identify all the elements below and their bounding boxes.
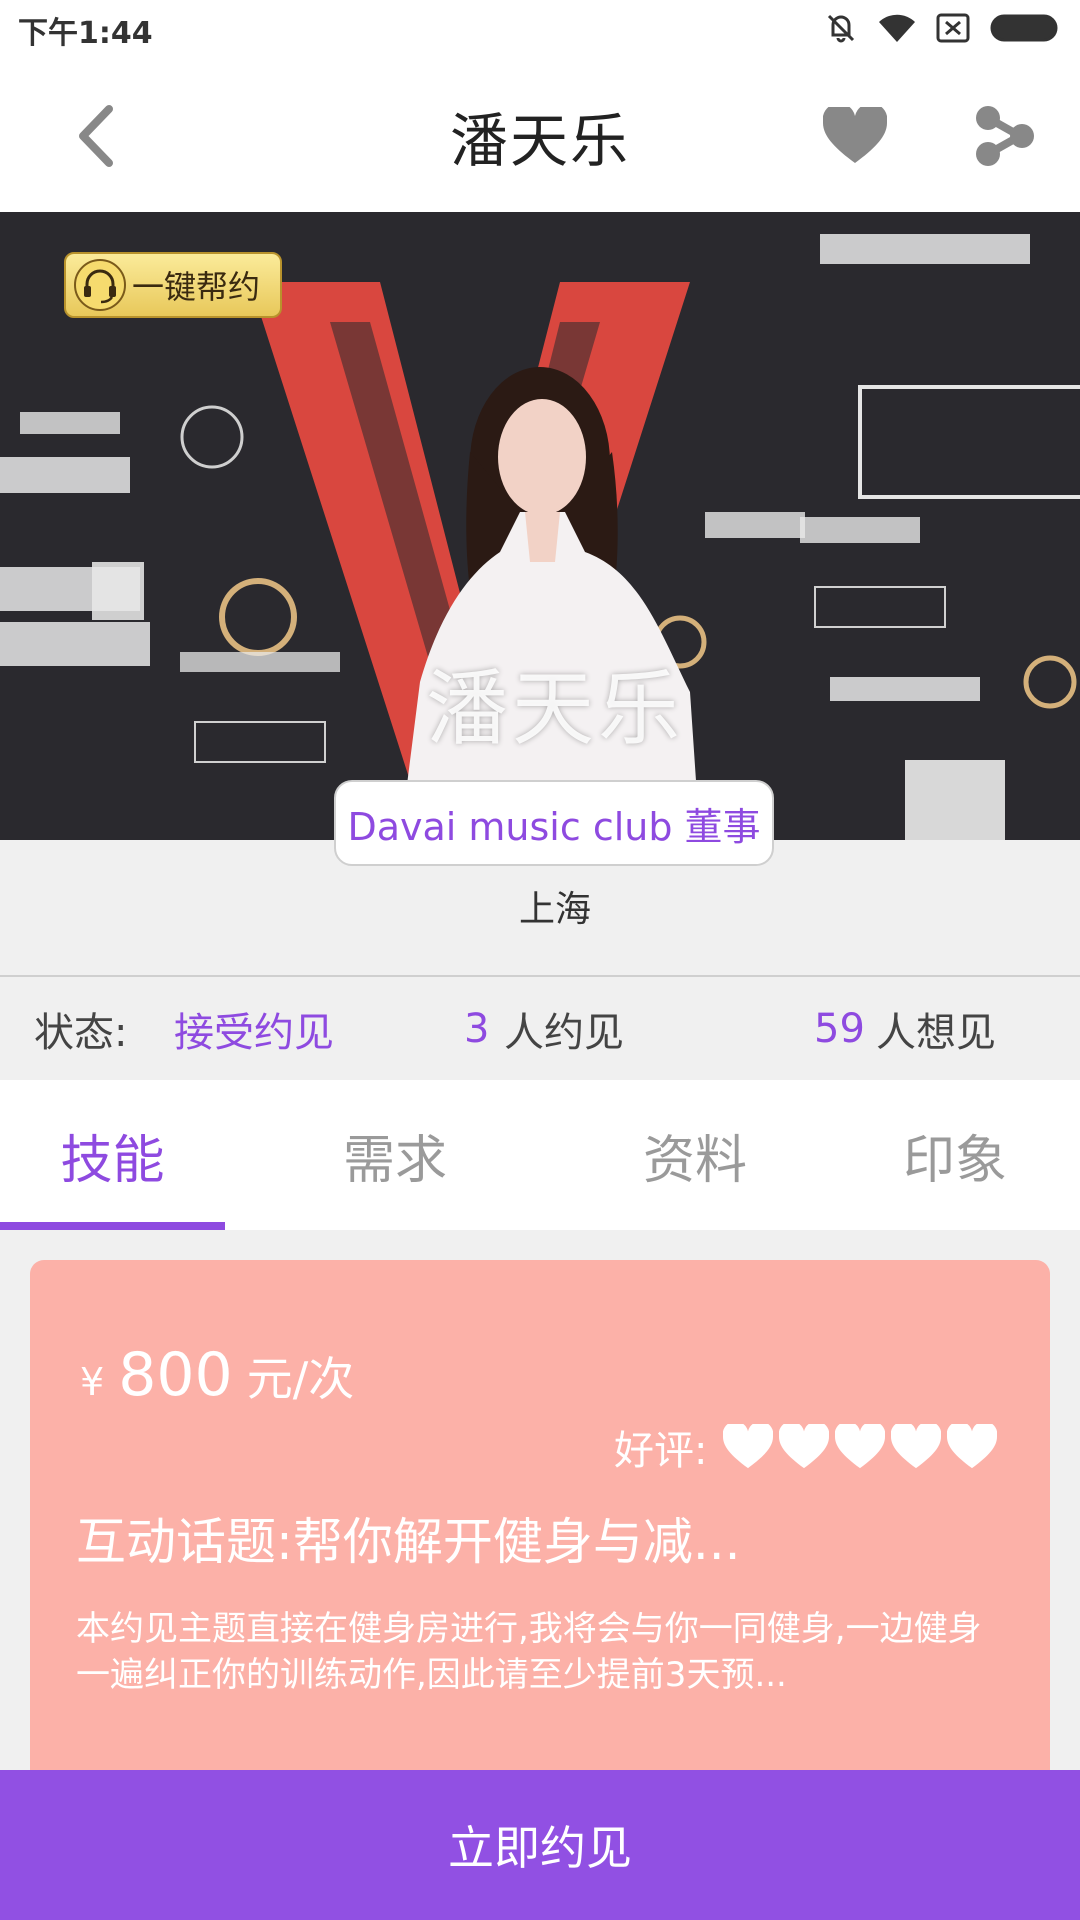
status-bar: 下午1:44 <box>0 0 1080 60</box>
topic-title: 互动话题:帮你解开健身与减... <box>76 1513 741 1571</box>
status-value: 接受约见 <box>174 1009 334 1056</box>
rating: 好评: <box>614 1418 998 1476</box>
status-icons <box>824 11 1062 49</box>
profile-photo[interactable]: 一键帮约 潘天乐 <box>0 212 1080 840</box>
header-bar: 潘天乐 <box>0 60 1080 212</box>
back-button[interactable] <box>60 100 130 172</box>
tab-bar: 技能 需求 资料 印象 <box>0 1080 1080 1230</box>
active-tab-indicator <box>0 1222 225 1230</box>
rating-label: 好评: <box>614 1428 708 1474</box>
headset-icon <box>74 259 126 311</box>
currency-symbol: ¥ <box>80 1360 105 1404</box>
one-click-help-button[interactable]: 一键帮约 <box>64 252 282 318</box>
status-time: 下午1:44 <box>18 16 153 51</box>
price-unit: 元/次 <box>246 1352 355 1406</box>
hero-name-overlay: 潘天乐 <box>425 662 684 757</box>
rating-heart-icon <box>835 1424 886 1469</box>
price: ¥ 800 元/次 <box>80 1340 354 1410</box>
job-title-chip: Davai music club 董事 <box>334 780 774 866</box>
tab-impression[interactable]: 印象 <box>840 1080 1070 1230</box>
favorite-button[interactable] <box>815 100 895 172</box>
app-screen: 下午1:44 潘天乐 一键帮约 潘天乐 Davai music club 董事 … <box>0 0 1080 1920</box>
share-icon <box>976 106 1034 166</box>
tab-needs[interactable]: 需求 <box>280 1080 510 1230</box>
rating-heart-icon <box>723 1424 774 1469</box>
met-count: 3 <box>464 1005 490 1052</box>
rating-heart-icon <box>779 1424 830 1469</box>
city-label: 上海 <box>518 889 591 930</box>
rating-heart-icon <box>891 1424 942 1469</box>
want-text: 人想见 <box>876 1009 996 1056</box>
want-count: 59 <box>814 1005 865 1052</box>
tab-skills[interactable]: 技能 <box>0 1080 225 1230</box>
wifi-icon <box>878 12 916 48</box>
status-label: 状态: <box>34 1009 128 1056</box>
stats-row: 状态: 接受约见 3 人约见 59 人想见 <box>0 977 1080 1080</box>
battery-icon <box>990 12 1062 48</box>
share-button[interactable] <box>965 98 1045 174</box>
tab-profile[interactable]: 资料 <box>580 1080 810 1230</box>
met-text: 人约见 <box>504 1009 624 1056</box>
heart-icon <box>823 107 887 163</box>
rating-heart-icon <box>947 1424 998 1469</box>
page-title: 潘天乐 <box>449 107 630 175</box>
silent-icon <box>824 11 858 49</box>
book-now-button[interactable]: 立即约见 <box>0 1770 1080 1920</box>
help-button-label: 一键帮约 <box>132 268 261 306</box>
price-amount: 800 <box>118 1340 233 1410</box>
chevron-left-icon <box>79 105 113 167</box>
topic-description: 本约见主题直接在健身房进行,我将会与你一同健身,一边健身一遍纠正你的训练动作,因… <box>76 1609 982 1695</box>
no-sim-icon <box>936 12 970 48</box>
